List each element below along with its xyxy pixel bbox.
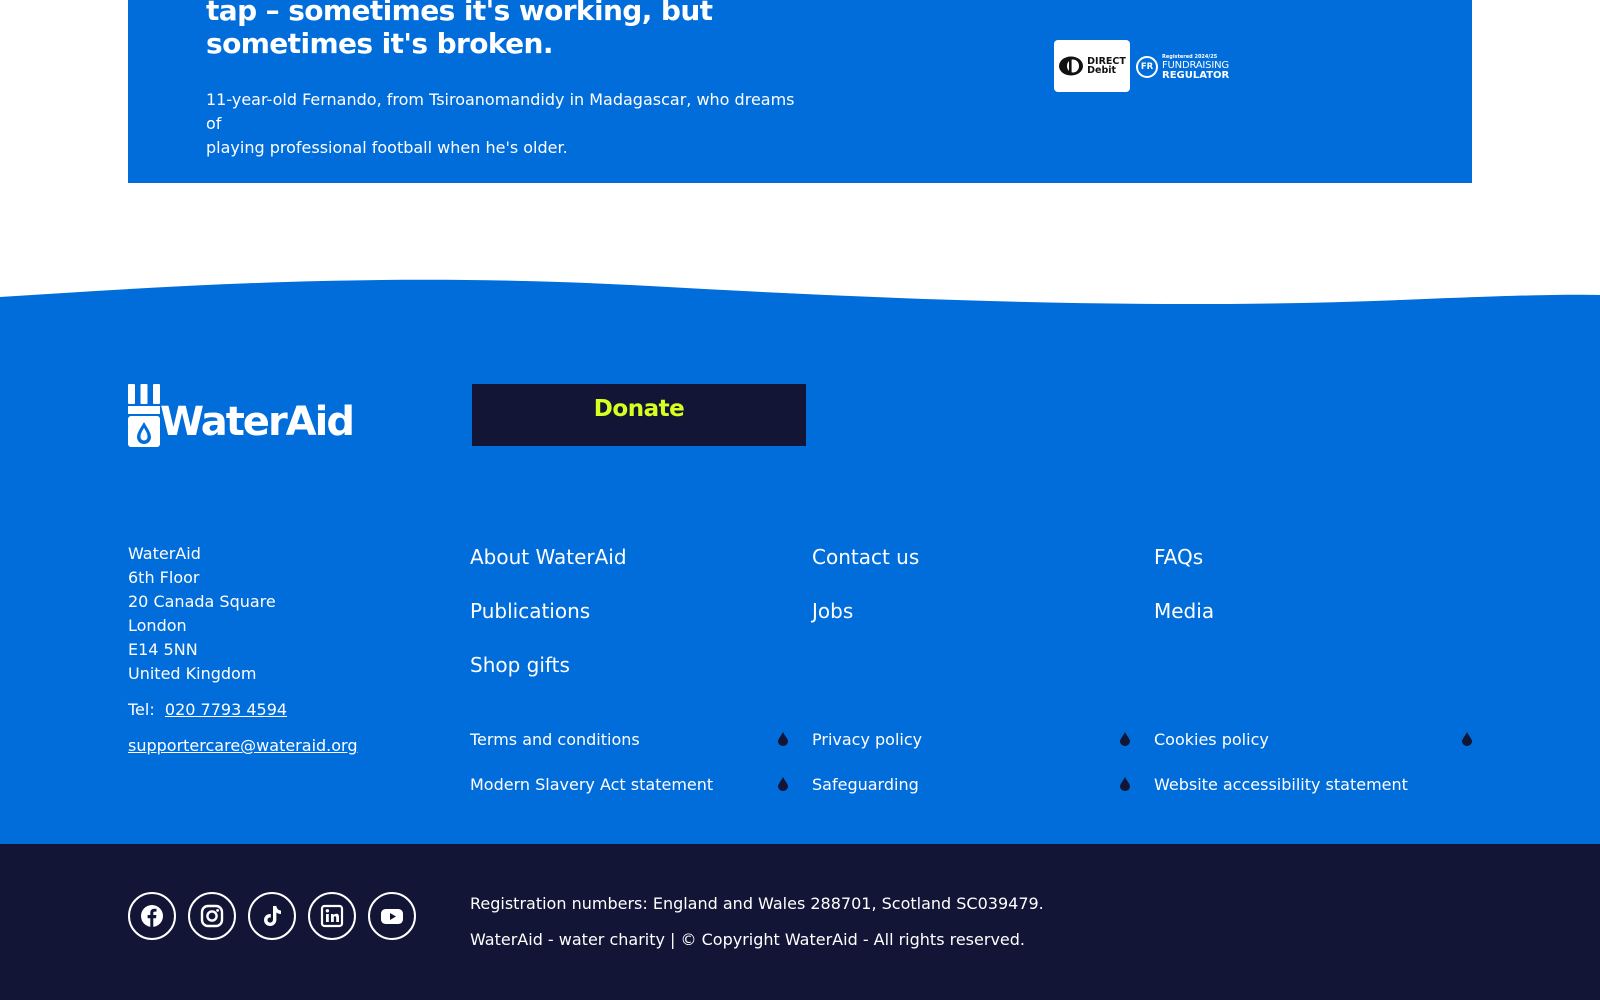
hero-caption: 11-year-old Fernando, from Tsiroanomandi… <box>206 88 806 160</box>
nav-link-contact[interactable]: Contact us <box>812 543 919 571</box>
registration-numbers: Registration numbers: England and Wales … <box>470 894 1044 913</box>
fundraising-regulator-badge: FR Registered 2024/25 FUNDRAISING REGULA… <box>1136 52 1246 82</box>
hero-headline-line: sometimes it's broken. <box>206 27 554 60</box>
linkedin-glyph <box>320 904 344 928</box>
hero-headline: tap – sometimes it's working, but someti… <box>206 0 766 60</box>
tiktok-glyph <box>264 906 281 926</box>
nav-link-shop-gifts[interactable]: Shop gifts <box>470 651 570 679</box>
tel-link[interactable]: 020 7793 4594 <box>165 700 287 719</box>
linkedin-icon[interactable] <box>308 892 356 940</box>
facebook-glyph <box>141 905 163 927</box>
water-drop-icon <box>778 777 788 791</box>
legal-link-cookies[interactable]: Cookies policy <box>1154 729 1269 751</box>
legal-link-privacy[interactable]: Privacy policy <box>812 729 922 751</box>
nav-link-faqs[interactable]: FAQs <box>1154 543 1203 571</box>
address-line: 6th Floor <box>128 568 200 587</box>
youtube-icon[interactable] <box>368 892 416 940</box>
legal-link-safeguarding[interactable]: Safeguarding <box>812 774 919 796</box>
facebook-icon[interactable] <box>128 892 176 940</box>
legal-link-accessibility[interactable]: Website accessibility statement <box>1154 774 1408 796</box>
nav-link-jobs[interactable]: Jobs <box>812 597 853 625</box>
address-line: London <box>128 616 187 635</box>
nav-link-media[interactable]: Media <box>1154 597 1214 625</box>
wateraid-mark-icon <box>128 384 160 447</box>
fr-fundraising: FUNDRAISING <box>1162 59 1229 71</box>
direct-debit-text: DIRECT Debit <box>1087 57 1126 76</box>
tiktok-icon[interactable] <box>248 892 296 940</box>
hero-caption-line: playing professional football when he's … <box>206 138 568 157</box>
email-link[interactable]: supportercare@wateraid.org <box>128 734 358 758</box>
copyright-text: WaterAid - water charity | © Copyright W… <box>470 930 1025 949</box>
direct-debit-line: Debit <box>1087 65 1117 76</box>
fr-text: Registered 2024/25 FUNDRAISING REGULATOR <box>1162 54 1229 81</box>
instagram-icon[interactable] <box>188 892 236 940</box>
hero-headline-line: tap – sometimes it's working, but <box>206 0 713 27</box>
address-line: WaterAid <box>128 544 201 563</box>
donate-button[interactable]: Donate <box>472 384 806 446</box>
tel-label: Tel: <box>128 700 155 719</box>
nav-link-about[interactable]: About WaterAid <box>470 543 627 571</box>
legal-link-modern-slavery[interactable]: Modern Slavery Act statement <box>470 774 713 796</box>
wateraid-logo[interactable]: WaterAid <box>128 384 355 448</box>
water-drop-icon <box>1120 777 1130 791</box>
telephone: Tel: 020 7793 4594 <box>128 698 287 722</box>
water-drop-icon <box>778 732 788 746</box>
hero-caption-line: 11-year-old Fernando, from Tsiroanomandi… <box>206 90 795 133</box>
address-line: E14 5NN <box>128 640 198 659</box>
water-drop-icon <box>1120 732 1130 746</box>
address-line: 20 Canada Square <box>128 592 276 611</box>
youtube-glyph <box>381 909 403 924</box>
fr-regulator: REGULATOR <box>1162 69 1230 81</box>
bottom-bar <box>0 844 1600 1000</box>
nav-link-publications[interactable]: Publications <box>470 597 590 625</box>
direct-debit-mark-icon <box>1059 56 1084 76</box>
hero-card: tap – sometimes it's working, but someti… <box>128 0 1472 183</box>
legal-link-terms[interactable]: Terms and conditions <box>470 729 640 751</box>
fr-circle-icon: FR <box>1136 56 1158 78</box>
address-line: United Kingdom <box>128 664 257 683</box>
wave-divider <box>0 279 1600 320</box>
water-drop-icon <box>1462 732 1472 746</box>
instagram-glyph <box>200 904 224 928</box>
wateraid-wordmark: WaterAid <box>160 399 355 445</box>
postal-address: WaterAid 6th Floor 20 Canada Square Lond… <box>128 542 428 686</box>
direct-debit-logo: DIRECT Debit <box>1054 40 1130 92</box>
